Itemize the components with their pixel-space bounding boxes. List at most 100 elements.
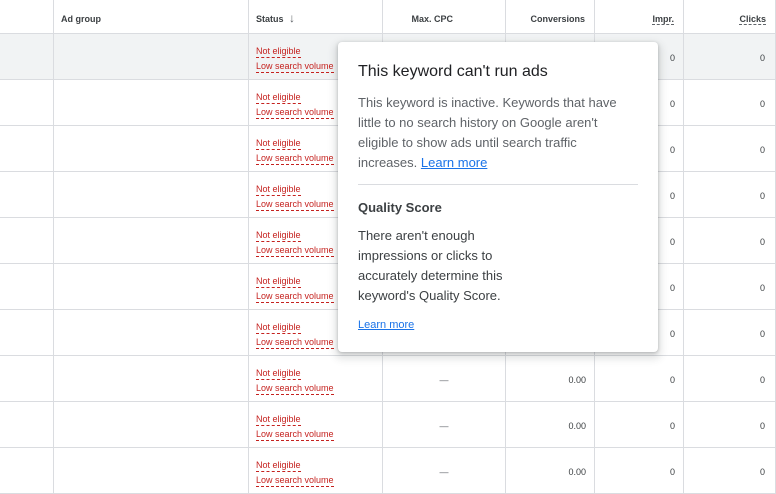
clicks-cell: 0 [684, 356, 776, 401]
row-select-cell[interactable] [0, 310, 54, 355]
max-cpc-value: — [439, 421, 449, 431]
status-cell: Not eligible Low search volume [249, 402, 383, 447]
max-cpc-cell: — [383, 356, 506, 401]
status-reason[interactable]: Low search volume [256, 474, 334, 487]
status-reason[interactable]: Low search volume [256, 244, 334, 257]
status-text[interactable]: Not eligible Low search volume [256, 229, 334, 259]
status-text[interactable]: Not eligible Low search volume [256, 275, 334, 305]
status-reason[interactable]: Low search volume [256, 290, 334, 303]
impr-cell: 0 [595, 356, 684, 401]
ad-group-cell [54, 356, 249, 401]
clicks-value: 0 [759, 283, 765, 293]
status-label[interactable]: Not eligible [256, 275, 301, 288]
row-select-cell[interactable] [0, 218, 54, 263]
row-select-cell[interactable] [0, 126, 54, 171]
status-label[interactable]: Not eligible [256, 229, 301, 242]
status-label[interactable]: Not eligible [256, 459, 301, 472]
impr-value: 0 [669, 421, 675, 431]
popup-description: This keyword is inactive. Keywords that … [358, 95, 617, 170]
status-text[interactable]: Not eligible Low search volume [256, 45, 334, 75]
max-cpc-value: — [439, 375, 449, 385]
table-header: Ad group Status ↓ Max. CPC Conversions I… [0, 0, 776, 34]
keyword-status-popup: This keyword can't run ads This keyword … [338, 42, 658, 352]
ad-group-cell [54, 34, 249, 79]
clicks-value: 0 [759, 421, 765, 431]
impr-value: 0 [669, 145, 675, 155]
status-label[interactable]: Not eligible [256, 183, 301, 196]
clicks-cell: 0 [684, 126, 776, 171]
clicks-cell: 0 [684, 264, 776, 309]
status-reason[interactable]: Low search volume [256, 152, 334, 165]
status-reason[interactable]: Low search volume [256, 106, 334, 119]
status-label[interactable]: Not eligible [256, 321, 301, 334]
impr-value: 0 [669, 53, 675, 63]
status-text[interactable]: Not eligible Low search volume [256, 137, 334, 167]
clicks-value: 0 [759, 191, 765, 201]
quality-score-description: There aren't enough impressions or click… [358, 228, 503, 303]
max-cpc-value: — [439, 467, 449, 477]
status-text[interactable]: Not eligible Low search volume [256, 413, 334, 443]
impr-value: 0 [669, 467, 675, 477]
table-row[interactable]: Not eligible Low search volume — 0.00 0 0 [0, 402, 776, 448]
row-select-cell[interactable] [0, 402, 54, 447]
conversions-cell: 0.00 [506, 402, 595, 447]
learn-more-link[interactable]: Learn more [421, 155, 487, 170]
clicks-value: 0 [759, 237, 765, 247]
clicks-value: 0 [759, 99, 765, 109]
header-status[interactable]: Status ↓ [249, 0, 383, 33]
status-label[interactable]: Not eligible [256, 367, 301, 380]
conversions-value: 0.00 [568, 421, 586, 431]
status-label[interactable]: Not eligible [256, 137, 301, 150]
impr-cell: 0 [595, 448, 684, 493]
impr-value: 0 [669, 329, 675, 339]
row-select-cell[interactable] [0, 356, 54, 401]
status-label[interactable]: Not eligible [256, 45, 301, 58]
impr-cell: 0 [595, 402, 684, 447]
clicks-value: 0 [759, 375, 765, 385]
row-select-cell[interactable] [0, 172, 54, 217]
status-reason[interactable]: Low search volume [256, 336, 334, 349]
status-text[interactable]: Not eligible Low search volume [256, 321, 334, 351]
ad-group-cell [54, 448, 249, 493]
status-cell: Not eligible Low search volume [249, 356, 383, 401]
header-impr[interactable]: Impr. [595, 0, 684, 33]
status-reason[interactable]: Low search volume [256, 428, 334, 441]
ad-group-cell [54, 264, 249, 309]
max-cpc-cell: — [383, 402, 506, 447]
clicks-cell: 0 [684, 80, 776, 125]
table-row[interactable]: Not eligible Low search volume — 0.00 0 0 [0, 448, 776, 494]
row-select-cell[interactable] [0, 264, 54, 309]
clicks-cell: 0 [684, 310, 776, 355]
clicks-value: 0 [759, 53, 765, 63]
header-clicks[interactable]: Clicks [684, 0, 776, 33]
sort-descending-icon[interactable]: ↓ [289, 11, 295, 25]
status-label[interactable]: Not eligible [256, 413, 301, 426]
status-reason[interactable]: Low search volume [256, 382, 334, 395]
conversions-cell: 0.00 [506, 448, 595, 493]
header-conversions[interactable]: Conversions [506, 0, 595, 33]
status-text[interactable]: Not eligible Low search volume [256, 91, 334, 121]
quality-score-learn-more-link[interactable]: Learn more [358, 319, 414, 331]
ad-group-cell [54, 310, 249, 355]
clicks-cell: 0 [684, 402, 776, 447]
row-select-cell[interactable] [0, 34, 54, 79]
ad-group-cell [54, 126, 249, 171]
header-max-cpc[interactable]: Max. CPC [383, 0, 506, 33]
status-text[interactable]: Not eligible Low search volume [256, 459, 334, 489]
clicks-value: 0 [759, 145, 765, 155]
status-text[interactable]: Not eligible Low search volume [256, 367, 334, 397]
ad-group-cell [54, 80, 249, 125]
status-text[interactable]: Not eligible Low search volume [256, 183, 334, 213]
clicks-cell: 0 [684, 34, 776, 79]
max-cpc-cell: — [383, 448, 506, 493]
header-select-column [0, 0, 54, 33]
popup-divider [358, 184, 638, 185]
status-label[interactable]: Not eligible [256, 91, 301, 104]
status-cell: Not eligible Low search volume [249, 448, 383, 493]
row-select-cell[interactable] [0, 80, 54, 125]
table-row[interactable]: Not eligible Low search volume — 0.00 0 0 [0, 356, 776, 402]
header-ad-group[interactable]: Ad group [54, 0, 249, 33]
status-reason[interactable]: Low search volume [256, 60, 334, 73]
status-reason[interactable]: Low search volume [256, 198, 334, 211]
row-select-cell[interactable] [0, 448, 54, 493]
